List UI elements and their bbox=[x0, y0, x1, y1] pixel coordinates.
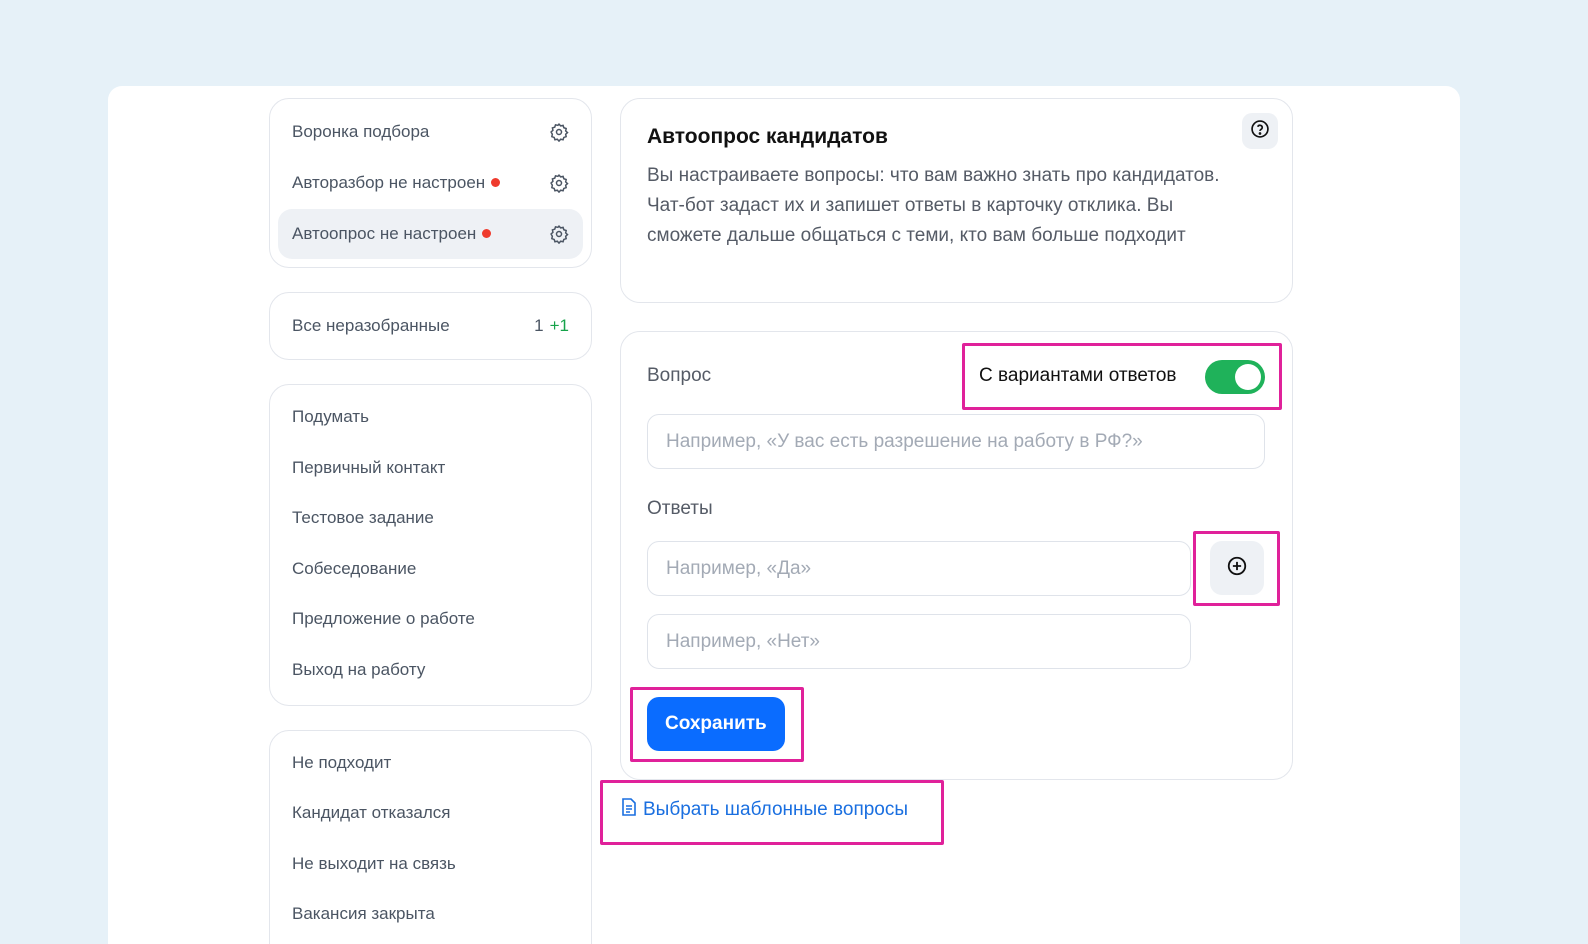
sidebar-item-rejected[interactable]: Не подходит bbox=[292, 753, 391, 773]
count-value: 1 bbox=[534, 316, 544, 335]
alert-dot bbox=[482, 229, 492, 239]
answers-label: Ответы bbox=[647, 498, 713, 519]
intro-description: Вы настраиваете вопросы: что вам важно з… bbox=[647, 165, 1220, 246]
page-title: Автоопрос кандидатов bbox=[647, 125, 888, 148]
question-label: Вопрос bbox=[647, 365, 712, 386]
sidebar-item-stage[interactable]: Первичный контакт bbox=[292, 458, 445, 478]
sidebar-item-rejected[interactable]: Не выходит на связь bbox=[292, 854, 456, 874]
sidebar-item-rejected[interactable]: Вакансия закрыта bbox=[292, 904, 435, 924]
question-input[interactable]: Например, «У вас есть разрешение на рабо… bbox=[647, 414, 1265, 469]
highlight-add-button bbox=[1193, 531, 1280, 606]
unsorted-card: Все неразобранные 1 +1 bbox=[269, 292, 592, 360]
highlight-toggle bbox=[962, 343, 1282, 410]
sidebar-item-stage[interactable]: Подумать bbox=[292, 407, 369, 427]
sidebar-item-unsorted[interactable]: Все неразобранные 1 +1 bbox=[278, 301, 583, 351]
sidebar-item-label: Все неразобранные bbox=[292, 316, 450, 335]
rejected-card: Не подходит Кандидат отказался Не выходи… bbox=[269, 730, 592, 944]
highlight-save-button bbox=[630, 687, 804, 762]
highlight-template-link bbox=[600, 780, 944, 845]
answer-input-1[interactable]: Например, «Да» bbox=[647, 541, 1191, 596]
sidebar-item-label: Авторазбор не настроен bbox=[292, 173, 486, 192]
sidebar-item-stage[interactable]: Собеседование bbox=[292, 559, 416, 579]
intro-card: Автоопрос кандидатов Вы настраиваете воп… bbox=[620, 98, 1293, 303]
gear-icon[interactable] bbox=[549, 224, 569, 244]
gear-icon[interactable] bbox=[549, 122, 569, 142]
settings-card: Воронка подбора Авторазбор не настроен А… bbox=[269, 98, 592, 268]
sidebar-item-rejected[interactable]: Кандидат отказался bbox=[292, 803, 451, 823]
sidebar-item-stage[interactable]: Выход на работу bbox=[292, 660, 425, 680]
sidebar-item-stage[interactable]: Предложение о работе bbox=[292, 609, 475, 629]
answer-input-2[interactable]: Например, «Нет» bbox=[647, 614, 1191, 669]
sidebar-item-stage[interactable]: Тестовое задание bbox=[292, 508, 434, 528]
count-delta: +1 bbox=[549, 316, 569, 335]
sidebar-item-label-wrap: Авторазбор не настроен bbox=[292, 173, 549, 193]
question-circle-icon bbox=[1250, 119, 1270, 144]
gear-icon[interactable] bbox=[549, 173, 569, 193]
sidebar-item-label: Автоопрос не настроен bbox=[292, 224, 477, 243]
alert-dot bbox=[491, 178, 501, 188]
sidebar-item-label-wrap: Автоопрос не настроен bbox=[292, 224, 549, 244]
sidebar-item-label: Воронка подбора bbox=[292, 122, 430, 141]
sidebar-item-autosort[interactable]: Авторазбор не настроен bbox=[278, 158, 583, 208]
sidebar-item-funnel[interactable]: Воронка подбора bbox=[278, 107, 583, 157]
unsorted-count: 1 +1 bbox=[534, 316, 569, 336]
sidebar-item-autoquestion[interactable]: Автоопрос не настроен bbox=[278, 209, 583, 259]
help-button[interactable] bbox=[1242, 113, 1278, 149]
stages-card: Подумать Первичный контакт Тестовое зада… bbox=[269, 384, 592, 706]
